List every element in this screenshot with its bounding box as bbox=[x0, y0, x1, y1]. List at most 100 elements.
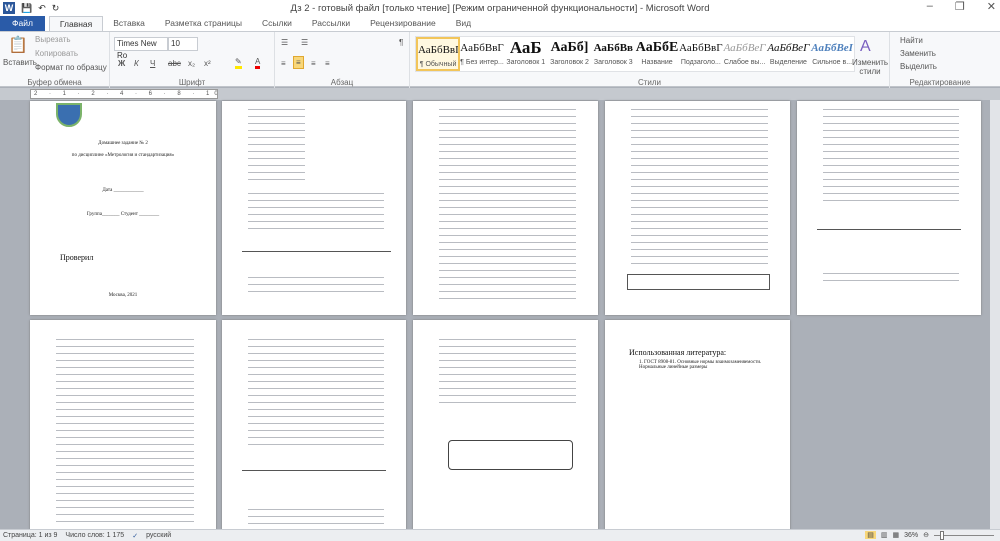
save-icon[interactable]: 💾 bbox=[21, 3, 32, 14]
tab-home[interactable]: Главная bbox=[48, 16, 104, 31]
style-subtitle[interactable]: АаБбВвГ Подзаголо... bbox=[679, 37, 723, 71]
horizontal-ruler[interactable]: 2 · 1 · 2 · 4 · 6 · 8 · 10 · 12 · 14 · 1… bbox=[0, 88, 1000, 100]
replace-button[interactable]: Заменить bbox=[900, 49, 936, 58]
title-line1: Домашнее задание № 2 bbox=[98, 141, 148, 146]
zoom-slider[interactable] bbox=[934, 530, 994, 540]
dimension-diagram bbox=[242, 251, 391, 252]
checked-label: Проверил bbox=[60, 253, 94, 262]
references-item: 1. ГОСТ 8908-81. Основные нормы взаимоза… bbox=[639, 360, 762, 370]
style-no-spacing[interactable]: АаБбВвГ ¶ Без интер... bbox=[460, 37, 504, 71]
font-color-icon[interactable]: A bbox=[255, 57, 261, 69]
restore-button[interactable]: ❐ bbox=[955, 0, 965, 13]
zoom-level[interactable]: 36% bbox=[904, 532, 918, 539]
bold-button[interactable]: Ж bbox=[118, 59, 125, 68]
emblem-logo bbox=[56, 103, 82, 127]
strikethrough-button[interactable]: abc bbox=[168, 59, 181, 68]
justify-icon[interactable]: ≡ bbox=[325, 59, 330, 68]
page-5 bbox=[797, 101, 981, 315]
style-intense-emphasis[interactable]: АаБбВеI Сильное в... bbox=[810, 37, 854, 71]
dimension-chain-diagram bbox=[817, 229, 961, 230]
italic-button[interactable]: К bbox=[134, 59, 139, 68]
font-label: Шрифт bbox=[178, 78, 206, 87]
align-left-icon[interactable]: ≡ bbox=[281, 59, 286, 68]
shaft-drawing bbox=[448, 440, 573, 470]
zoom-out-icon[interactable]: ⊖ bbox=[923, 531, 929, 539]
underline-button[interactable]: Ч bbox=[150, 59, 155, 68]
style-subtle-emphasis[interactable]: АаБбВеГ Слабое вы... bbox=[723, 37, 767, 71]
references-heading: Использованная литература: bbox=[629, 348, 727, 357]
styles-group: АаБбВвГ ¶ Обычный АаБбВвГ ¶ Без интер... А… bbox=[410, 32, 890, 88]
align-right-icon[interactable]: ≡ bbox=[311, 59, 316, 68]
style-heading-2[interactable]: АаБб] Заголовок 2 bbox=[548, 37, 592, 71]
language[interactable]: русский bbox=[146, 532, 171, 539]
style-heading-3[interactable]: АаБбВв Заголовок 3 bbox=[591, 37, 635, 71]
title-line2: по дисциплине «Метрология и стандартизац… bbox=[71, 153, 175, 158]
subscript-button[interactable]: x₂ bbox=[188, 59, 195, 68]
redo-icon[interactable]: ↻ bbox=[52, 3, 60, 14]
ribbon-tabs: Файл Главная Вставка Разметка страницы С… bbox=[0, 16, 1000, 31]
change-styles-icon[interactable]: A bbox=[860, 38, 871, 56]
highlight-icon[interactable]: ✎ bbox=[235, 57, 242, 69]
style-title[interactable]: АаБбЕ Название bbox=[635, 37, 679, 71]
page-4 bbox=[605, 101, 790, 315]
paragraph-label: Абзац bbox=[330, 78, 354, 87]
paste-button[interactable]: Вставить bbox=[3, 58, 37, 67]
ribbon: 📋 Вставить Вырезать Копировать Формат по… bbox=[0, 31, 1000, 88]
tab-references[interactable]: Ссылки bbox=[252, 16, 302, 31]
editing-label: Редактирование bbox=[909, 78, 971, 87]
font-name-select[interactable]: Times New Ro bbox=[114, 37, 168, 60]
bullets-icon[interactable]: ☰ bbox=[281, 38, 288, 47]
minimize-button[interactable]: – bbox=[927, 0, 933, 13]
vertical-scrollbar[interactable] bbox=[990, 100, 1000, 529]
word-app-icon: W bbox=[3, 2, 15, 14]
spellcheck-icon[interactable]: ✓ bbox=[132, 532, 138, 540]
status-bar: Страница: 1 из 9 Число слов: 1 175 ✓ рус… bbox=[0, 529, 1000, 541]
page-1: Домашнее задание № 2 по дисциплине «Метр… bbox=[30, 101, 216, 315]
city-year: Москва, 2021 bbox=[108, 293, 138, 298]
close-button[interactable]: ✕ bbox=[987, 0, 996, 13]
clipboard-label: Буфер обмена bbox=[27, 78, 82, 87]
style-emphasis[interactable]: АаБбВеГ Выделение bbox=[766, 37, 810, 71]
find-button[interactable]: Найти bbox=[900, 36, 923, 45]
show-marks-icon[interactable]: ¶ bbox=[399, 38, 403, 47]
select-button[interactable]: Выделить bbox=[900, 62, 937, 71]
title-bar: W 💾 ↶ ↻ Дз 2 - готовый файл [только чтен… bbox=[0, 0, 1000, 16]
tab-layout[interactable]: Разметка страницы bbox=[155, 16, 252, 31]
style-heading-1[interactable]: АаБ Заголовок 1 bbox=[504, 37, 548, 71]
format-painter-button[interactable]: Формат по образцу bbox=[35, 63, 107, 72]
style-normal[interactable]: АаБбВвГ ¶ Обычный bbox=[416, 37, 461, 71]
superscript-button[interactable]: x² bbox=[204, 59, 211, 68]
clipboard-group: 📋 Вставить Вырезать Копировать Формат по… bbox=[0, 32, 110, 88]
page-count[interactable]: Страница: 1 из 9 bbox=[3, 532, 57, 539]
paste-icon[interactable]: 📋 bbox=[8, 35, 28, 55]
tab-mailings[interactable]: Рассылки bbox=[302, 16, 360, 31]
web-layout-icon[interactable]: ▦ bbox=[892, 531, 899, 539]
word-count[interactable]: Число слов: 1 175 bbox=[65, 532, 124, 539]
date-field: Дата ____________ bbox=[102, 188, 144, 193]
cut-button[interactable]: Вырезать bbox=[35, 35, 71, 44]
align-center-icon[interactable]: ≡ bbox=[293, 56, 304, 69]
copy-button[interactable]: Копировать bbox=[35, 49, 78, 58]
paragraph-group: ☰ ☰ ¶ ≡ ≡ ≡ ≡ Абзац bbox=[275, 32, 410, 88]
window-title: Дз 2 - готовый файл [только чтение] [Реж… bbox=[290, 2, 710, 14]
tab-insert[interactable]: Вставка bbox=[103, 16, 155, 31]
print-layout-icon[interactable]: ▤ bbox=[865, 531, 876, 539]
results-table bbox=[627, 274, 770, 290]
styles-gallery: АаБбВвГ ¶ Обычный АаБбВвГ ¶ Без интер... А… bbox=[415, 36, 855, 72]
dimension-diagram-2 bbox=[242, 470, 386, 471]
numbering-icon[interactable]: ☰ bbox=[301, 38, 308, 47]
page-8 bbox=[413, 320, 598, 530]
page-7 bbox=[222, 320, 406, 530]
undo-icon[interactable]: ↶ bbox=[38, 3, 46, 14]
font-group: Times New Ro 10 Ж К Ч abc x₂ x² ✎ A Шриф… bbox=[110, 32, 275, 88]
tab-file[interactable]: Файл bbox=[0, 16, 45, 31]
page-3 bbox=[413, 101, 598, 315]
page-9: Использованная литература: 1. ГОСТ 8908-… bbox=[605, 320, 790, 530]
group-student-field: Группа_______ Студент ________ bbox=[86, 212, 160, 217]
change-styles-button[interactable]: Изменить стили bbox=[850, 58, 890, 76]
tab-view[interactable]: Вид bbox=[446, 16, 481, 31]
tab-review[interactable]: Рецензирование bbox=[360, 16, 446, 31]
reading-layout-icon[interactable]: ▥ bbox=[881, 531, 888, 539]
styles-label: Стили bbox=[637, 78, 662, 87]
font-size-select[interactable]: 10 bbox=[168, 37, 198, 51]
